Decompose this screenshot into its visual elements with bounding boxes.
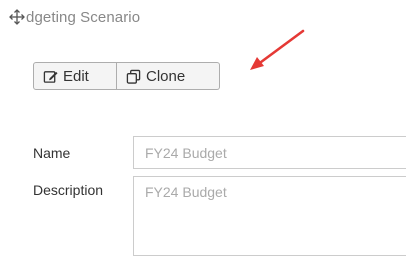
description-field[interactable]: FY24 Budget [133, 176, 406, 256]
edit-button-label: Edit [63, 67, 89, 85]
clone-icon [126, 69, 141, 84]
page-header: dgeting Scenario [9, 6, 140, 28]
name-label: Name [33, 145, 71, 161]
red-arrow [250, 29, 305, 70]
description-label: Description [33, 182, 104, 198]
action-button-group: Edit Clone [33, 62, 220, 90]
name-field[interactable] [133, 136, 406, 169]
move-icon[interactable] [9, 9, 25, 25]
edit-button[interactable]: Edit [33, 62, 117, 90]
clone-button-label: Clone [146, 67, 186, 85]
edit-icon [43, 70, 58, 83]
page-title: dgeting Scenario [26, 8, 141, 26]
clone-button[interactable]: Clone [117, 62, 220, 90]
